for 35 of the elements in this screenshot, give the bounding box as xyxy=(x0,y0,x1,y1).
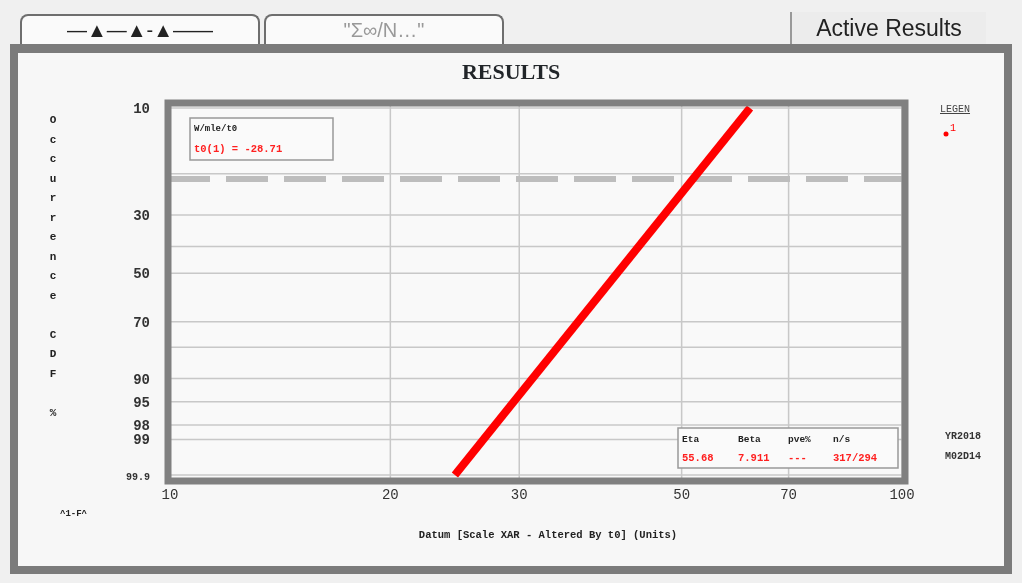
tab[interactable]: Active Results xyxy=(790,12,986,44)
x-tick-label: 20 xyxy=(381,487,399,503)
y-tick-label: 98 xyxy=(133,418,150,435)
legend-title: LEGEN xyxy=(940,104,970,115)
y-tick-label: 90 xyxy=(133,371,150,388)
y-tick-label: 99 xyxy=(133,432,150,449)
x-tick-label: 10 xyxy=(161,487,179,503)
fit-parameter-value: t0(1) = -28.71 xyxy=(194,143,283,155)
y-tick-label: 95 xyxy=(133,394,150,411)
y-axis-title: Occurrence CDF % xyxy=(49,114,57,419)
stats-value: 55.68 xyxy=(682,452,714,464)
stats-header: pve% xyxy=(788,434,811,445)
axis-note: ^1-F^ xyxy=(60,509,87,519)
stats-value: 7.911 xyxy=(738,452,770,464)
y-tick-label: 30 xyxy=(133,208,150,224)
x-tick-label: 70 xyxy=(780,487,797,503)
y-tick-label: 10 xyxy=(133,101,150,117)
x-axis-title: Datum [Scale XAR - Altered By t0] (Units) xyxy=(418,529,678,541)
stats-value: 317/294 xyxy=(833,452,878,464)
date-label: YR2018 xyxy=(945,431,981,442)
tab[interactable]: —▲—▲-▲—— xyxy=(20,14,260,44)
y-tick-label: 70 xyxy=(133,314,150,331)
stats-value: --- xyxy=(788,452,807,464)
stats-header: Eta xyxy=(682,434,700,445)
stats-header: n/s xyxy=(833,434,851,445)
date-label: M02D14 xyxy=(945,451,981,462)
y-tick-label: 50 xyxy=(133,266,150,283)
stats-header: Beta xyxy=(738,434,761,445)
x-tick-label: 50 xyxy=(673,487,691,503)
x-tick-label: 30 xyxy=(510,487,528,503)
y-tick-label: 99.9 xyxy=(126,472,150,483)
fit-method-label: W/mle/t0 xyxy=(194,124,238,134)
chart-title: RESULTS xyxy=(460,58,562,86)
x-tick-label: 100 xyxy=(889,487,915,503)
legend-label: 1 xyxy=(950,123,956,134)
